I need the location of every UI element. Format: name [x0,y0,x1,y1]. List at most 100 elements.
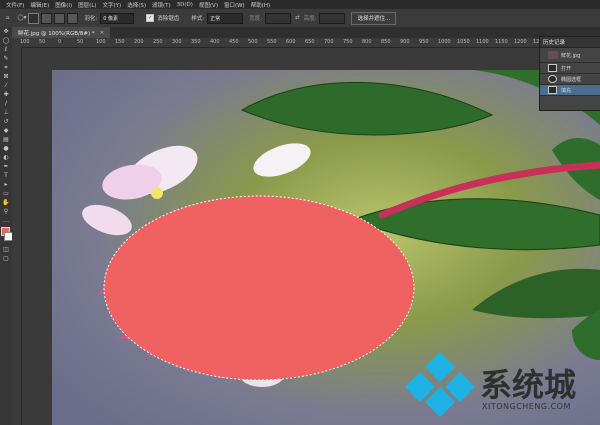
history-item-open[interactable]: 打开 [540,63,600,74]
ruler-tick-label: 50 [39,39,46,45]
ruler-tick-label: 950 [419,39,429,45]
pen-tool-icon[interactable]: ✒ [0,162,12,171]
options-bar: ⌂ ◯▾ 羽化: 0 像素 ✓ 消除锯齿 样式: 正常 宽度: ⇄ 高度: 选择… [0,9,600,28]
menu-filter[interactable]: 滤镜(T) [152,1,171,9]
history-item-label: 椭圆选框 [561,76,582,83]
ruler-tick-label: 650 [305,39,315,45]
watermark-logo [405,352,475,417]
brush-tool-icon[interactable]: ∕ [0,99,12,108]
quick-mask-icon[interactable]: ◫ [0,245,12,254]
lasso-tool-icon[interactable]: ℓ [0,45,12,54]
menu-window[interactable]: 窗口(W) [224,1,245,9]
blur-tool-icon[interactable]: ● [0,144,12,153]
ruler-tick-label: 150 [115,39,125,45]
feather-input[interactable]: 0 像素 [100,12,135,24]
document-tab-title: 鲜花.jpg @ 100%(RGB/8#) * [18,30,95,37]
ruler-tick-label: 1150 [495,39,508,45]
width-label: 宽度: [249,16,263,22]
home-icon[interactable]: ⌂ [6,15,10,21]
crop-tool-icon[interactable]: ⌗ [0,63,12,72]
ruler-tick-label: 350 [191,39,201,45]
menu-bar: 文件(F) 编辑(E) 图像(I) 图层(L) 文字(Y) 选择(S) 滤镜(T… [0,0,600,9]
snapshot-label: 鲜花.jpg [561,52,581,59]
menu-view[interactable]: 视图(V) [199,1,218,9]
ruler-tick-label: 1100 [476,39,489,45]
ruler-tick-label: 450 [229,39,239,45]
width-input[interactable] [265,12,292,24]
quick-select-tool-icon[interactable]: ✎ [0,54,12,63]
fill-icon [548,86,557,94]
marquee-tool-icon[interactable]: ◯ [0,36,12,45]
ruler-tick-label: 1000 [438,39,451,45]
history-panel-title: 历史记录 [540,37,600,48]
ruler-tick-label: 700 [324,39,334,45]
gradient-tool-icon[interactable]: ▤ [0,135,12,144]
ruler-horizontal: 100 50 0 50 100 150 200 250 300 350 400 … [12,38,600,48]
style-label: 样式: [191,16,205,22]
history-snapshot[interactable]: 鲜花.jpg [540,48,600,63]
color-swatches[interactable] [0,225,13,245]
ruler-tick-label: 1050 [457,39,470,45]
ellipse-marquee-icon[interactable]: ◯▾ [18,15,27,21]
feather-label: 羽化: [84,16,98,22]
ruler-tick-label: 600 [286,39,296,45]
watermark-url: XITONGCHENG.COM [482,402,571,411]
stamp-tool-icon[interactable]: ⊥ [0,108,12,117]
ruler-tick-label: 400 [210,39,220,45]
menu-edit[interactable]: 编辑(E) [30,1,49,9]
close-icon[interactable]: × [100,30,105,36]
history-item-ellipse-marquee[interactable]: 椭圆选框 [540,74,600,85]
menu-layer[interactable]: 图层(L) [78,1,96,9]
subtract-selection-button[interactable] [54,12,66,24]
ruler-tick-label: 750 [343,39,353,45]
more-tools-icon[interactable]: … [0,216,12,225]
dodge-tool-icon[interactable]: ◐ [0,153,12,162]
antialias-checkbox[interactable]: ✓ [146,14,155,22]
menu-select[interactable]: 选择(S) [127,1,146,9]
ruler-vertical [12,47,22,425]
ruler-tick-label: 900 [400,39,410,45]
ellipse-marquee-icon [548,75,557,83]
swap-icon[interactable]: ⇄ [295,15,300,21]
select-and-mask-button[interactable]: 选择并遮住... [351,11,397,25]
menu-type[interactable]: 文字(Y) [103,1,122,9]
frame-tool-icon[interactable]: ⊠ [0,72,12,81]
path-select-tool-icon[interactable]: ▸ [0,180,12,189]
ruler-tick-label: 850 [381,39,391,45]
new-selection-button[interactable] [28,12,40,24]
move-tool-icon[interactable]: ✥ [0,27,12,36]
add-selection-button[interactable] [41,12,53,24]
menu-3d[interactable]: 3D(D) [177,2,193,8]
height-label: 高度: [303,16,317,22]
ruler-tick-label: 50 [77,39,84,45]
eyedropper-tool-icon[interactable]: ⁄ [0,81,12,90]
menu-image[interactable]: 图像(I) [55,1,72,9]
shape-tool-icon[interactable]: ▭ [0,189,12,198]
eraser-tool-icon[interactable]: ◆ [0,126,12,135]
watermark-text: 系统城 [480,366,577,404]
type-tool-icon[interactable]: T [0,171,12,180]
history-item-label: 填充 [561,87,572,94]
ruler-tick-label: 500 [248,39,258,45]
height-input[interactable] [319,12,346,24]
history-panel: 历史记录 鲜花.jpg 打开 椭圆选框 填充 [539,36,600,111]
filled-ellipse-selection[interactable] [103,195,415,381]
hand-tool-icon[interactable]: ✋ [0,198,12,207]
intersect-selection-button[interactable] [67,12,79,24]
history-brush-tool-icon[interactable]: ↺ [0,117,12,126]
ruler-tick-label: 250 [153,39,163,45]
menu-file[interactable]: 文件(F) [6,1,24,9]
menu-help[interactable]: 帮助(H) [251,1,270,9]
zoom-tool-icon[interactable]: ⚲ [0,207,12,216]
ruler-tick-label: 800 [362,39,372,45]
ruler-tick-label: 550 [267,39,277,45]
ruler-tick-label: 100 [20,39,30,45]
document-tabs: 鲜花.jpg @ 100%(RGB/8#) * × [12,27,600,38]
healing-tool-icon[interactable]: ✚ [0,90,12,99]
style-select[interactable]: 正常 [207,12,244,24]
screen-mode-icon[interactable]: ▢ [0,254,12,263]
history-item-fill[interactable]: 填充 [540,85,600,96]
ruler-tick-label: 200 [134,39,144,45]
ruler-tick-label: 300 [172,39,182,45]
document-tab[interactable]: 鲜花.jpg @ 100%(RGB/8#) * × [12,27,111,38]
